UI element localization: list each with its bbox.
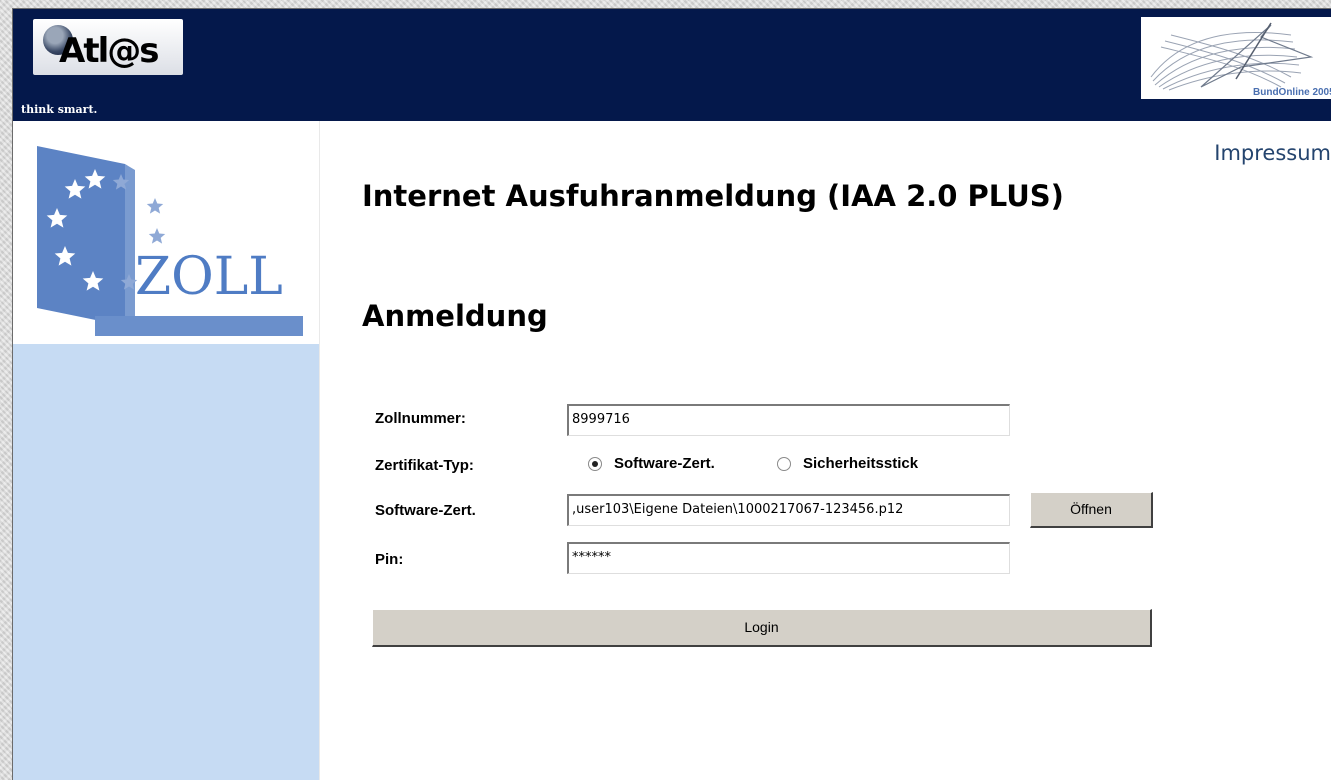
bundonline-logo: BundOnline 2005 [1141,17,1331,99]
software-zert-path-input[interactable]: ,user103\Eigene Dateien\1000217067-12345… [567,494,1010,526]
header-banner: Atl@s think smart. BundOnline 2005 [13,9,1331,121]
radio-sicherheitsstick-label[interactable]: Sicherheitsstick [803,455,918,472]
zoll-logo-text: ZOLL [135,247,283,307]
browser-content: Atl@s think smart. BundOnline 2005 ZOLL [12,8,1331,780]
radio-software-zert-label[interactable]: Software-Zert. [614,455,715,472]
software-zert-label: Software-Zert. [375,502,476,519]
sidebar-logo-area: ZOLL [13,121,319,344]
zollnummer-input[interactable]: 8999716 [567,404,1010,436]
zollnummer-label: Zollnummer: [375,410,466,427]
zoll-logo: ZOLL [37,146,303,336]
pin-input[interactable]: ****** [567,542,1010,574]
zertifikat-typ-label: Zertifikat-Typ: [375,457,474,474]
page-subtitle: Anmeldung [362,299,548,333]
page-title: Internet Ausfuhranmeldung (IAA 2.0 PLUS) [362,179,1064,213]
pin-label: Pin: [375,551,404,568]
tagline: think smart. [21,103,98,116]
radio-sicherheitsstick[interactable] [777,457,791,471]
radio-software-zert[interactable] [588,457,602,471]
bundonline-logo-text: BundOnline 2005 [1253,87,1331,98]
sidebar: ZOLL [13,121,319,780]
login-button[interactable]: Login [372,609,1152,647]
atlas-logo-text: Atl@s [59,31,159,71]
column-divider [319,121,320,780]
atlas-logo: Atl@s [33,19,183,75]
impressum-link[interactable]: Impressum [1214,141,1331,165]
open-file-button[interactable]: Öffnen [1030,492,1153,528]
